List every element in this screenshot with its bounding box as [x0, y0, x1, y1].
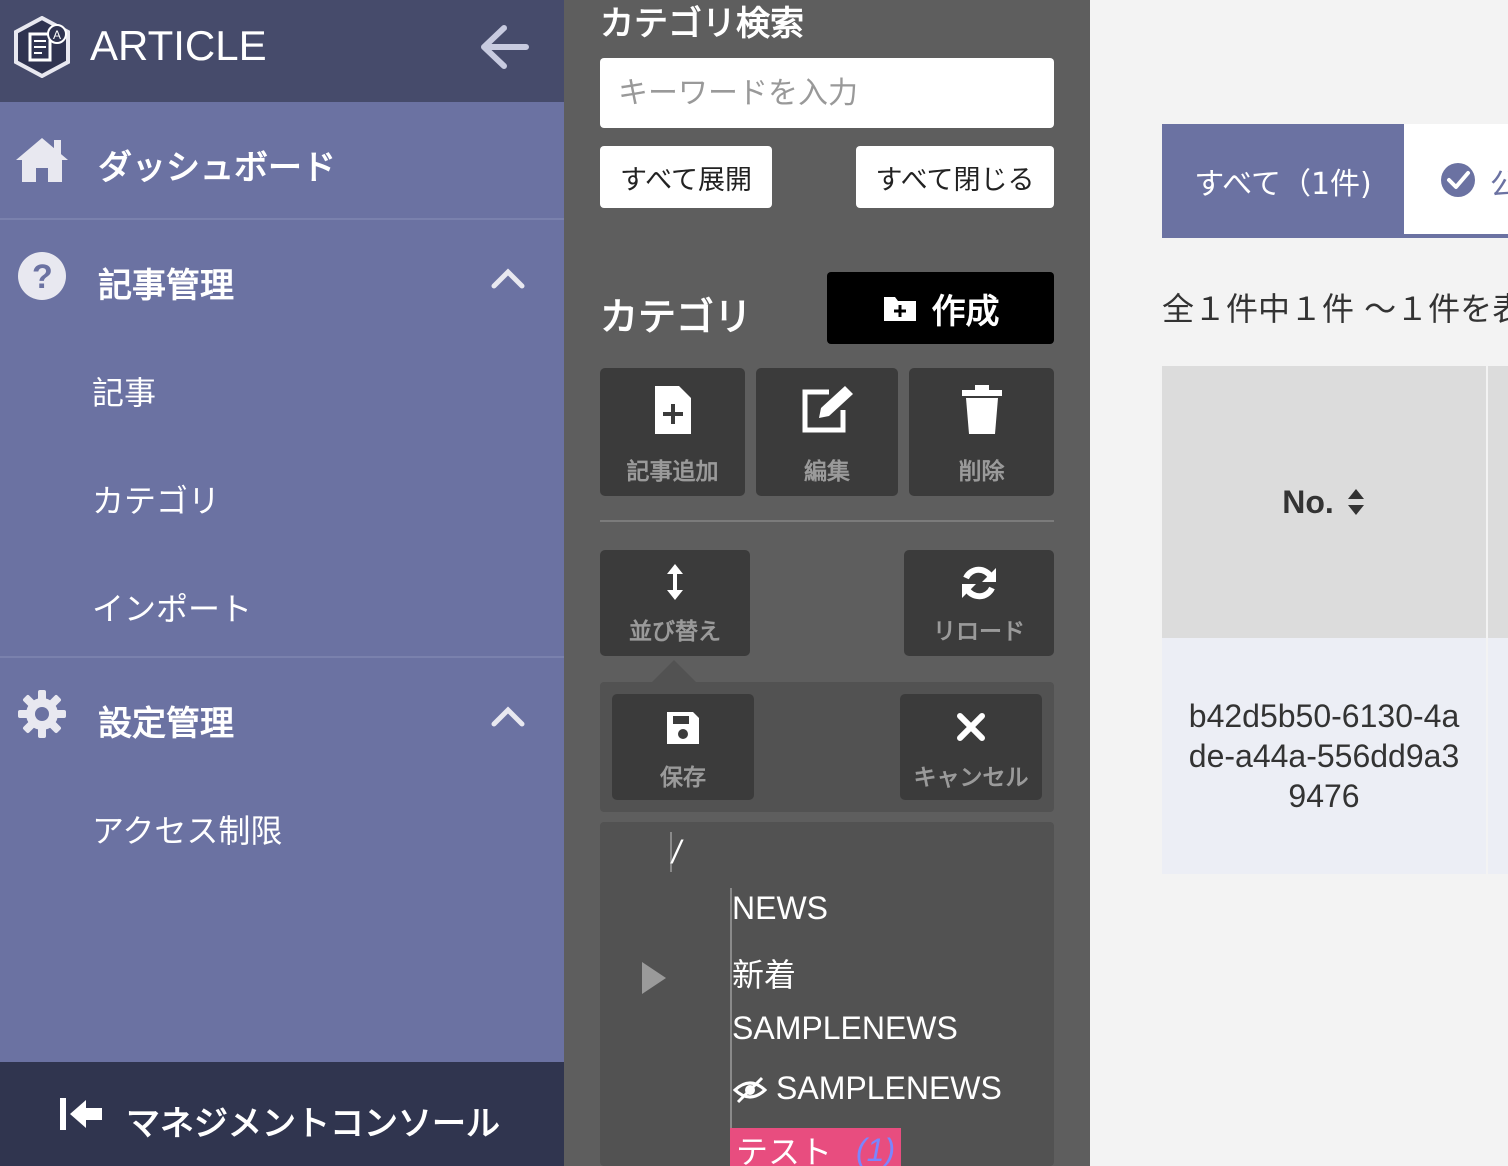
category-search-input[interactable] [600, 58, 1054, 128]
sidebar-item-article[interactable]: 記事 [92, 368, 156, 414]
add-article-button[interactable]: 記事追加 [600, 368, 745, 496]
app-title: ARTICLE [90, 22, 267, 69]
tree-node[interactable]: SAMPLENEWS [732, 1010, 958, 1047]
save-disk-icon [612, 710, 754, 746]
cancel-label: キャンセル [913, 765, 1029, 791]
create-category-button[interactable]: 作成 [827, 272, 1054, 344]
delete-button[interactable]: 削除 [909, 368, 1054, 496]
exit-arrow-icon [60, 1098, 102, 1130]
close-icon [900, 712, 1042, 742]
cancel-button[interactable]: キャンセル [900, 694, 1042, 800]
folder-plus-icon [883, 297, 916, 321]
management-console-label: マネジメントコンソール [126, 1104, 500, 1144]
sidebar-item-category[interactable]: カテゴリ [92, 476, 220, 522]
file-plus-icon [600, 384, 745, 436]
tree-node-root[interactable]: / [672, 834, 681, 871]
tab-public-label: 公 [1490, 168, 1508, 203]
category-tree: / NEWS 新着 SAMPLENEWS SAMPLENEWS テスト (1) [600, 822, 1054, 1166]
sort-label: 並び替え [629, 619, 721, 645]
sidebar-item-label: ダッシュボード [98, 148, 336, 188]
tree-node-selected[interactable]: テスト (1) [730, 1128, 902, 1166]
sidebar-group-label: 記事管理 [98, 266, 234, 306]
trash-icon [909, 384, 1054, 436]
delete-label: 削除 [958, 459, 1005, 485]
column-header [1488, 366, 1508, 638]
sidebar-group-article-management[interactable]: ? [0, 220, 564, 336]
result-count-text: 全１件中１件 ～１件を表示 [1162, 290, 1508, 328]
sidebar-item-access-restriction[interactable]: アクセス制限 [92, 806, 282, 852]
table-cell-no[interactable]: b42d5b50-6130-4ade-a44a-556dd9a39476 [1162, 638, 1486, 874]
category-search-title: カテゴリ検索 [600, 4, 804, 44]
tree-node[interactable]: 新着 [732, 950, 796, 996]
home-icon [14, 134, 70, 186]
tree-node-count: (1) [856, 1131, 896, 1166]
expand-all-button[interactable]: すべて展開 [600, 146, 772, 208]
chevron-up-icon[interactable] [488, 264, 528, 294]
main-content: すべて（1件) 公 全１件中１件 ～１件を表示 No. b42d5b50-613… [1090, 0, 1508, 1166]
create-button-label: 作成 [931, 291, 1000, 332]
tree-node-label: テスト [736, 1134, 833, 1166]
tree-node-label: SAMPLENEWS [776, 1070, 1002, 1106]
sidebar-group-label: 設定管理 [98, 704, 234, 744]
sidebar-item-import[interactable]: インポート [92, 584, 252, 630]
chevron-up-icon[interactable] [488, 702, 528, 732]
add-article-label: 記事追加 [626, 459, 719, 485]
edit-label: 編集 [804, 459, 850, 485]
reload-button[interactable]: リロード [904, 550, 1054, 656]
sort-actions-panel: 保存 キャンセル [600, 682, 1054, 812]
management-console-link[interactable]: マネジメントコンソール [0, 1062, 564, 1166]
reload-label: リロード [933, 619, 1025, 645]
edit-icon [756, 384, 898, 434]
collapse-all-button[interactable]: すべて閉じる [856, 146, 1054, 208]
edit-button[interactable]: 編集 [756, 368, 898, 496]
category-heading: カテゴリ [600, 295, 753, 339]
column-header-no[interactable]: No. [1162, 366, 1486, 638]
tab-all[interactable]: すべて（1件) [1162, 124, 1404, 238]
help-circle-icon: ? [14, 250, 70, 302]
category-panel: カテゴリ検索 すべて展開 すべて閉じる カテゴリ 作成 記事追加 編集 削除 [564, 0, 1090, 1166]
sort-button[interactable]: 並び替え [600, 550, 750, 656]
check-circle-icon [1441, 163, 1475, 197]
eye-slash-icon [732, 1076, 768, 1103]
app-logo-icon: A [14, 16, 70, 78]
tree-node-hidden[interactable]: SAMPLENEWS [732, 1070, 1002, 1107]
collapse-sidebar-arrow-icon[interactable] [478, 24, 530, 70]
save-label: 保存 [660, 765, 706, 791]
tree-expand-triangle-icon[interactable] [642, 962, 666, 994]
popover-caret [652, 660, 696, 682]
svg-text:A: A [53, 28, 61, 42]
column-header-label: No. [1282, 483, 1334, 520]
save-button[interactable]: 保存 [612, 694, 754, 800]
sidebar-group-settings-management[interactable] [0, 658, 564, 774]
gear-icon [14, 688, 70, 740]
svg-text:?: ? [32, 258, 53, 296]
tree-node[interactable]: NEWS [732, 890, 828, 927]
table-cell [1488, 638, 1508, 874]
tab-public[interactable]: 公 [1404, 124, 1508, 238]
vertical-arrows-icon [600, 562, 750, 602]
sidebar-header: A ARTICLE [0, 0, 564, 102]
sort-icon [1347, 489, 1364, 515]
divider [600, 520, 1054, 522]
refresh-icon [904, 564, 1054, 602]
